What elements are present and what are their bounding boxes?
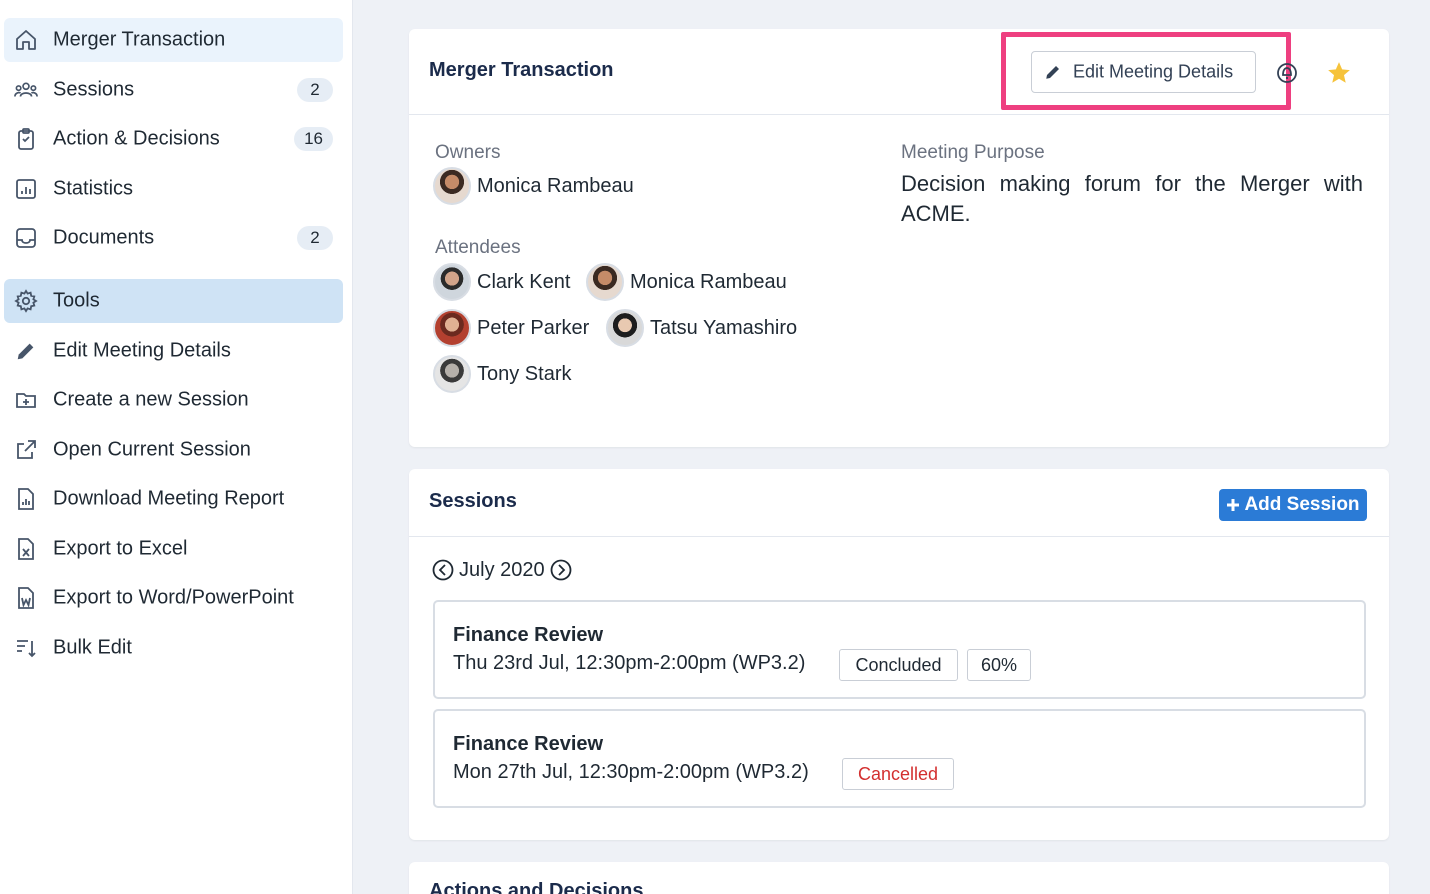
attendee-name: Tony Stark <box>477 362 572 385</box>
attendee-name: Monica Rambeau <box>630 270 787 293</box>
progress-badge: 60% <box>967 649 1031 681</box>
attendee-name: Peter Parker <box>477 316 590 339</box>
meeting-title: Merger Transaction <box>429 59 614 81</box>
sidebar-item-documents[interactable]: Documents 2 <box>4 216 343 260</box>
sidebar-item-label: Open Current Session <box>53 438 251 461</box>
sidebar-item-merger-transaction[interactable]: Merger Transaction <box>4 18 343 62</box>
session-time: Thu 23rd Jul, 12:30pm-2:00pm (WP3.2) <box>453 652 806 674</box>
prev-month-icon[interactable] <box>432 559 454 581</box>
meeting-purpose-label: Meeting Purpose <box>901 142 1045 163</box>
sidebar-item-label: Merger Transaction <box>53 28 226 51</box>
sidebar-item-label: Export to Excel <box>53 537 188 560</box>
actions-card-title: Actions and Decisions <box>429 880 644 894</box>
excel-file-icon <box>14 537 38 561</box>
word-file-icon <box>14 586 38 610</box>
bar-chart-icon <box>14 177 38 201</box>
sidebar-item-label: Create a new Session <box>53 388 249 411</box>
status-badge: Cancelled <box>842 758 954 790</box>
plus-icon <box>1226 498 1240 512</box>
session-title: Finance Review <box>453 733 604 755</box>
home-icon <box>14 28 38 52</box>
add-session-button[interactable]: Add Session <box>1219 489 1367 521</box>
external-link-icon <box>14 438 38 462</box>
attendees-label: Attendees <box>435 237 521 258</box>
actions-decisions-card: Actions and Decisions <box>409 862 1389 894</box>
attendee-person[interactable]: Tony Stark <box>433 355 571 393</box>
sidebar-item-label: Bulk Edit <box>53 636 132 659</box>
actions-count-badge: 16 <box>294 127 333 151</box>
sidebar-item-label: Edit Meeting Details <box>53 339 231 362</box>
report-icon <box>14 487 38 511</box>
inbox-icon <box>14 226 38 250</box>
session-time: Mon 27th Jul, 12:30pm-2:00pm (WP3.2) <box>453 761 809 783</box>
attendee-name: Clark Kent <box>477 270 571 293</box>
session-card[interactable]: Finance Review Mon 27th Jul, 12:30pm-2:0… <box>433 709 1366 808</box>
avatar <box>433 309 471 347</box>
sidebar-item-sessions[interactable]: Sessions 2 <box>4 68 343 112</box>
avatar <box>433 263 471 301</box>
add-session-label: Add Session <box>1244 494 1360 515</box>
sessions-card-header: Sessions Add Session <box>409 469 1389 537</box>
sessions-card: Sessions Add Session July 2020 Finance R… <box>409 469 1389 840</box>
sidebar-item-label: Download Meeting Report <box>53 487 285 510</box>
sidebar-tool-create-session[interactable]: Create a new Session <box>4 378 343 422</box>
sidebar: Merger Transaction Sessions 2 Action & D… <box>0 0 353 894</box>
sidebar-item-actions-decisions[interactable]: Action & Decisions 16 <box>4 117 343 161</box>
next-month-icon[interactable] <box>550 559 572 581</box>
sidebar-item-label: Documents <box>53 226 155 249</box>
meeting-purpose-text: Decision making forum for the Merger wit… <box>901 171 1363 226</box>
gear-icon <box>14 289 38 313</box>
sidebar-item-label: Export to Word/PowerPoint <box>53 586 294 609</box>
sidebar-tool-export-word[interactable]: Export to Word/PowerPoint <box>4 576 343 620</box>
sidebar-tool-open-current-session[interactable]: Open Current Session <box>4 428 343 472</box>
documents-count-badge: 2 <box>297 226 333 250</box>
sidebar-item-label: Sessions <box>53 78 135 101</box>
sidebar-item-statistics[interactable]: Statistics <box>4 167 343 211</box>
attendee-person[interactable]: Monica Rambeau <box>586 263 787 301</box>
avatar <box>433 355 471 393</box>
highlight-box <box>1001 32 1291 110</box>
sessions-title: Sessions <box>429 490 517 512</box>
attendee-person[interactable]: Tatsu Yamashiro <box>606 309 797 347</box>
month-navigator: July 2020 <box>432 557 572 583</box>
meeting-card-header: Merger Transaction Edit Meeting Details <box>409 29 1389 115</box>
star-icon[interactable] <box>1326 60 1352 86</box>
owner-name: Monica Rambeau <box>477 174 634 197</box>
owners-label: Owners <box>435 142 501 163</box>
clipboard-icon <box>14 127 38 151</box>
avatar <box>586 263 624 301</box>
sidebar-item-label: Tools <box>53 289 100 312</box>
sidebar-tool-export-excel[interactable]: Export to Excel <box>4 527 343 571</box>
sort-list-icon <box>14 636 38 660</box>
sidebar-tool-download-report[interactable]: Download Meeting Report <box>4 477 343 521</box>
sidebar-tool-edit-meeting-details[interactable]: Edit Meeting Details <box>4 329 343 373</box>
session-title: Finance Review <box>453 624 604 646</box>
folder-plus-icon <box>14 388 38 412</box>
attendee-person[interactable]: Peter Parker <box>433 309 589 347</box>
session-card[interactable]: Finance Review Thu 23rd Jul, 12:30pm-2:0… <box>433 600 1366 699</box>
current-month: July 2020 <box>459 558 545 581</box>
sidebar-item-label: Statistics <box>53 177 134 200</box>
avatar <box>433 167 471 205</box>
bell-icon[interactable] <box>1274 60 1300 86</box>
owner-person[interactable]: Monica Rambeau <box>433 167 634 205</box>
sidebar-tool-bulk-edit[interactable]: Bulk Edit <box>4 626 343 670</box>
sidebar-item-tools[interactable]: Tools <box>4 279 343 323</box>
people-icon <box>14 78 38 102</box>
avatar <box>606 309 644 347</box>
meeting-details-card: Merger Transaction Edit Meeting Details … <box>409 29 1389 447</box>
pencil-icon <box>14 339 38 363</box>
sidebar-item-label: Action & Decisions <box>53 127 220 150</box>
status-badge: Concluded <box>839 649 958 681</box>
attendee-person[interactable]: Clark Kent <box>433 263 570 301</box>
attendee-name: Tatsu Yamashiro <box>650 316 798 339</box>
sessions-count-badge: 2 <box>297 78 333 102</box>
